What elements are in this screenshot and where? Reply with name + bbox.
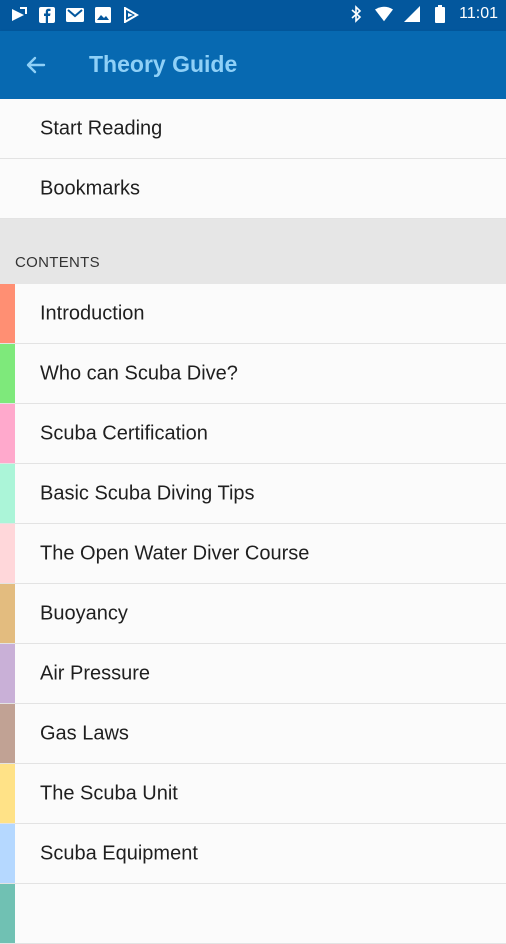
chapter-item[interactable] (0, 884, 506, 944)
chapter-label: Introduction (40, 302, 145, 324)
chapter-label: The Scuba Unit (40, 782, 178, 804)
chapter-item[interactable]: Gas Laws (0, 704, 506, 764)
chapter-color-stripe (0, 824, 15, 883)
system-icons: 11:01 (347, 5, 498, 23)
list-item-label: Start Reading (40, 117, 163, 139)
cast-icon (10, 6, 28, 24)
gmail-icon (66, 6, 84, 24)
image-icon (94, 6, 112, 24)
back-button[interactable] (22, 51, 50, 79)
chapter-color-stripe (0, 764, 15, 823)
battery-icon (431, 5, 449, 23)
chapter-label: Basic Scuba Diving Tips (40, 482, 255, 504)
bluetooth-icon (347, 5, 365, 23)
notification-icons (10, 6, 140, 24)
chapter-color-stripe (0, 404, 15, 463)
chapter-color-stripe (0, 284, 15, 343)
chapter-label: Air Pressure (40, 662, 151, 684)
wifi-icon (375, 5, 394, 23)
chapter-label: Scuba Certification (40, 422, 208, 444)
bookmarks-item[interactable]: Bookmarks (0, 159, 506, 219)
arrow-back-icon (26, 56, 46, 74)
chapter-label: Scuba Equipment (40, 842, 198, 864)
play-store-icon (122, 6, 140, 24)
list-item-label: Bookmarks (40, 177, 141, 199)
chapter-color-stripe (0, 704, 15, 763)
chapter-item[interactable]: Buoyancy (0, 584, 506, 644)
chapter-color-stripe (0, 584, 15, 643)
chapter-item[interactable]: Air Pressure (0, 644, 506, 704)
chapter-color-stripe (0, 344, 15, 403)
chapter-label: Gas Laws (40, 722, 129, 744)
chapter-color-stripe (0, 464, 15, 523)
contents-section-header: CONTENTS (0, 219, 506, 284)
section-header-label: CONTENTS (15, 254, 100, 271)
status-bar: 11:01 (0, 0, 506, 31)
chapter-item[interactable]: Scuba Certification (0, 404, 506, 464)
contents-list: Introduction Who can Scuba Dive? Scuba Cer… (0, 284, 506, 944)
facebook-icon (38, 6, 56, 24)
page-title: Theory Guide (89, 51, 238, 77)
chapter-label: The Open Water Diver Course (40, 542, 310, 564)
chapter-color-stripe (0, 644, 15, 703)
app-bar: Theory Guide (0, 31, 506, 99)
chapter-item[interactable]: The Open Water Diver Course (0, 524, 506, 584)
chapter-color-stripe (0, 884, 15, 943)
start-reading-item[interactable]: Start Reading (0, 99, 506, 159)
chapter-item[interactable]: Basic Scuba Diving Tips (0, 464, 506, 524)
signal-icon (403, 5, 421, 23)
chapter-item[interactable]: The Scuba Unit (0, 764, 506, 824)
chapter-label: Who can Scuba Dive? (40, 362, 238, 384)
chapter-color-stripe (0, 524, 15, 583)
status-time: 11:01 (459, 5, 498, 22)
chapter-item[interactable]: Scuba Equipment (0, 824, 506, 884)
guide-list: Start Reading Bookmarks CONTENTS Introdu… (0, 99, 506, 944)
chapter-label: Buoyancy (40, 602, 128, 624)
chapter-item[interactable]: Introduction (0, 284, 506, 344)
chapter-item[interactable]: Who can Scuba Dive? (0, 344, 506, 404)
